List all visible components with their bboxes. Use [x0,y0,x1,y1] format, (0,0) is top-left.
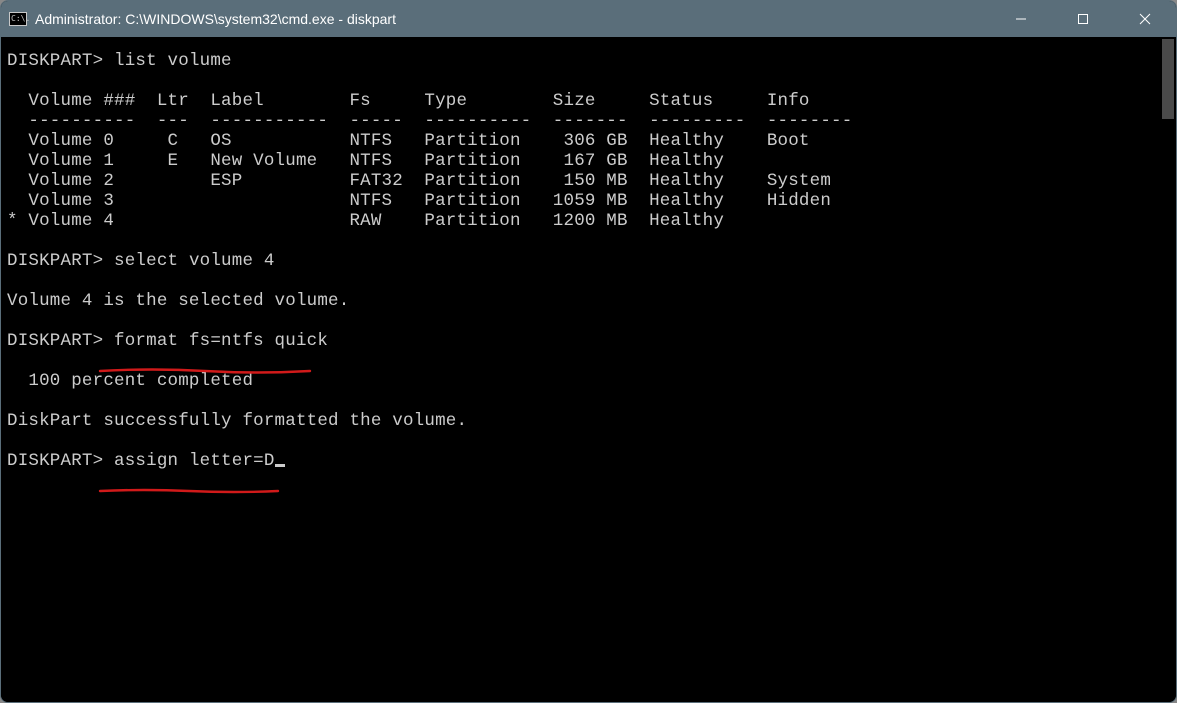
annotation-underline-assign [99,481,279,488]
titlebar[interactable]: C:\. Administrator: C:\WINDOWS\system32\… [1,1,1176,37]
msg-selected: Volume 4 is the selected volume. [7,291,349,311]
cmd-assign: assign letter=D [114,451,275,471]
prompt: DISKPART> [7,331,103,351]
terminal-window: C:\. Administrator: C:\WINDOWS\system32\… [0,0,1177,703]
window-title: Administrator: C:\WINDOWS\system32\cmd.e… [35,11,990,27]
prompt: DISKPART> [7,451,103,471]
close-icon [1139,13,1151,25]
table-row: * Volume 4 RAW Partition 1200 MB Healthy [7,211,724,231]
table-header: Volume ### Ltr Label Fs Type Size Status… [7,91,810,111]
cmd-select-volume: select volume 4 [114,251,275,271]
table-row: Volume 1 E New Volume NTFS Partition 167… [7,151,724,171]
cmd-icon: C:\. [9,12,27,26]
msg-progress: 100 percent completed [7,371,253,391]
table-row: Volume 2 ESP FAT32 Partition 150 MB Heal… [7,171,831,191]
terminal-output[interactable]: DISKPART> list volume Volume ### Ltr Lab… [1,37,1176,703]
minimize-icon [1015,13,1027,25]
table-divider: ---------- --- ----------- ----- -------… [7,111,852,131]
maximize-icon [1077,13,1089,25]
window-controls [990,1,1176,37]
cmd-format: format fs=ntfs quick [114,331,328,351]
scrollbar-thumb[interactable] [1162,39,1174,119]
cmd-list-volume: list volume [114,51,232,71]
maximize-button[interactable] [1052,1,1114,37]
table-row: Volume 3 NTFS Partition 1059 MB Healthy … [7,191,831,211]
output-text: DISKPART> list volume Volume ### Ltr Lab… [7,51,1170,471]
close-button[interactable] [1114,1,1176,37]
text-cursor [275,464,285,467]
prompt: DISKPART> [7,251,103,271]
minimize-button[interactable] [990,1,1052,37]
prompt: DISKPART> [7,51,103,71]
msg-formatted: DiskPart successfully formatted the volu… [7,411,467,431]
table-row: Volume 0 C OS NTFS Partition 306 GB Heal… [7,131,810,151]
